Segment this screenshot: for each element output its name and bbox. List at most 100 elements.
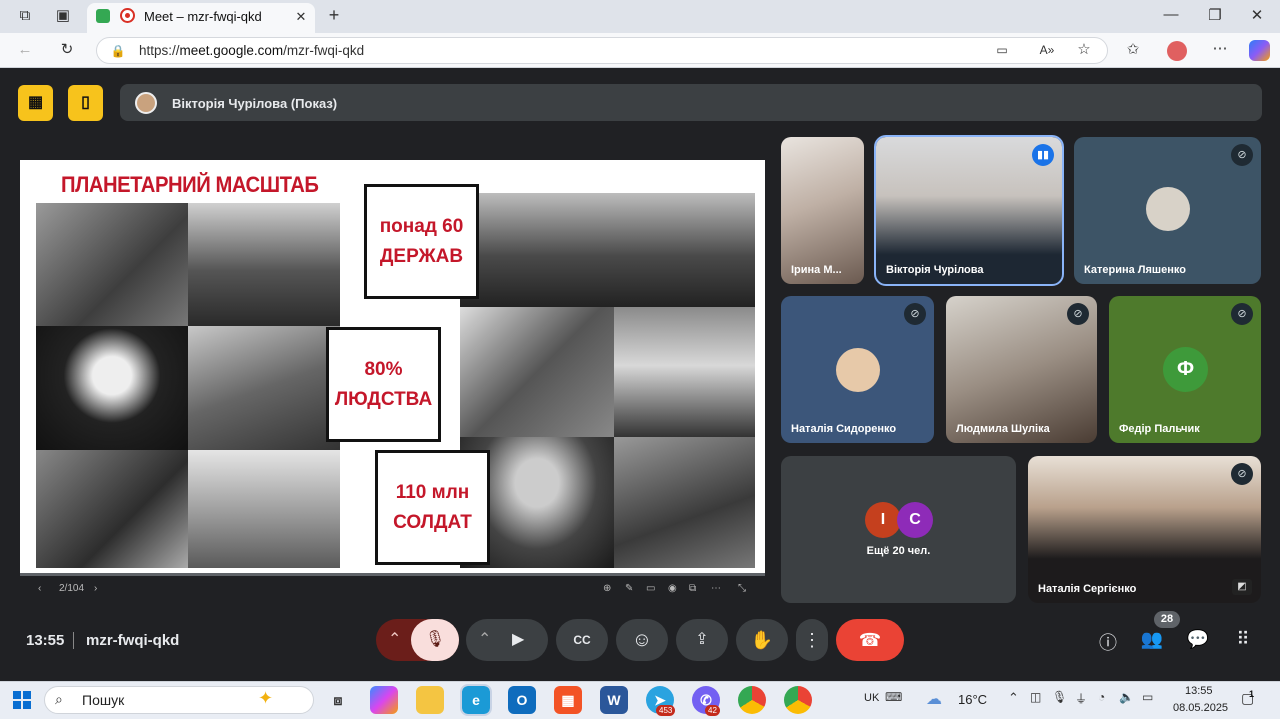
battery-icon[interactable]: ▭ bbox=[1142, 690, 1153, 704]
zoom-icon[interactable]: ⊕ bbox=[603, 583, 611, 594]
people-icon[interactable]: 👥 bbox=[1139, 629, 1165, 650]
photo-signing bbox=[36, 450, 188, 568]
pen-icon[interactable]: ✎ bbox=[625, 583, 633, 594]
next-slide-icon[interactable]: › bbox=[94, 583, 97, 594]
stat-countries: понад 60 ДЕРЖАВ bbox=[364, 184, 479, 299]
emoji-button[interactable]: ☺ bbox=[616, 619, 668, 661]
slide-title: ПЛАНЕТАРНИЙ МАСШТАБ bbox=[61, 172, 319, 197]
lock-icon[interactable]: 🔒 bbox=[107, 42, 129, 60]
search-placeholder: Пошук bbox=[82, 692, 125, 708]
present-button[interactable]: ⇪ bbox=[676, 619, 728, 661]
edge-icon[interactable]: e bbox=[460, 684, 492, 716]
wifi-icon[interactable]: ◔ bbox=[1098, 690, 1105, 704]
favorite-star-icon[interactable]: ☆ bbox=[1073, 41, 1095, 59]
mic-off-icon: ⊘ bbox=[1231, 144, 1253, 166]
avatar bbox=[836, 348, 880, 392]
activities-icon[interactable]: ⠿ bbox=[1230, 629, 1256, 650]
mic-off-icon: ⊘ bbox=[1231, 463, 1253, 485]
mic-tray-icon[interactable]: 🎙 bbox=[1052, 690, 1067, 704]
participant-name: Федір Пальчик bbox=[1119, 423, 1200, 435]
task-view-icon[interactable]: ⧈ bbox=[324, 686, 352, 714]
copilot-icon[interactable] bbox=[1249, 40, 1270, 61]
tray-overflow-icon[interactable]: ⌃ bbox=[1008, 690, 1019, 706]
photo-soldiers bbox=[36, 203, 188, 326]
chrome-icon[interactable] bbox=[784, 686, 812, 714]
mic-off-icon[interactable]: 🎙 bbox=[411, 619, 459, 661]
file-explorer-icon[interactable] bbox=[416, 686, 444, 714]
prev-slide-icon[interactable]: ‹ bbox=[38, 583, 41, 594]
more-menu-icon[interactable]: ⋯ bbox=[1209, 40, 1231, 58]
captions-button[interactable]: CC bbox=[556, 619, 608, 661]
usb-icon[interactable]: ⏚ bbox=[1075, 690, 1087, 707]
participant-tile-speaking[interactable]: ▮▮ Вікторія Чурілова bbox=[874, 135, 1064, 286]
participant-tile[interactable]: ⊘ Катерина Ляшенко bbox=[1074, 137, 1261, 284]
mic-control[interactable]: ⌃ 🎙 bbox=[376, 619, 459, 661]
outlook-icon[interactable]: O bbox=[508, 686, 536, 714]
webcam-tray-icon[interactable]: ◫ bbox=[1030, 690, 1041, 704]
close-tab-icon[interactable]: ✕ bbox=[290, 8, 312, 26]
avatar: С bbox=[897, 502, 933, 538]
hide-presentation-button[interactable]: ▦ bbox=[18, 85, 53, 121]
participant-tile[interactable]: Ірина М... bbox=[781, 137, 864, 284]
minimize-icon[interactable]: — bbox=[1160, 6, 1182, 24]
word-icon[interactable]: W bbox=[600, 686, 628, 714]
participant-name: Ірина М... bbox=[791, 264, 842, 276]
store-icon[interactable]: ▦ bbox=[554, 686, 582, 714]
mic-off-icon: ⊘ bbox=[1067, 303, 1089, 325]
pip-icon[interactable]: ⧉ bbox=[689, 583, 696, 594]
captions-icon[interactable]: ▭ bbox=[646, 583, 655, 594]
camera-options-icon[interactable]: ⌃ bbox=[478, 619, 491, 661]
avatar: І bbox=[865, 502, 901, 538]
taskbar-date[interactable]: 08.05.2025 bbox=[1173, 702, 1228, 714]
layout-button[interactable]: ▯ bbox=[68, 85, 103, 121]
taskbar-time[interactable]: 13:55 bbox=[1185, 685, 1213, 697]
read-aloud-icon[interactable]: A» bbox=[1036, 41, 1058, 59]
keyboard-language[interactable]: UK bbox=[864, 692, 879, 704]
photo-battle bbox=[188, 326, 340, 450]
tab-title: Meet – mzr-fwqi-qkd bbox=[144, 9, 262, 24]
refresh-icon[interactable]: ↻ bbox=[56, 41, 78, 59]
profile-avatar[interactable] bbox=[1167, 41, 1187, 61]
participant-tile[interactable]: ⊘ Наталія Сидоренко bbox=[781, 296, 934, 443]
stat-humanity: 80% ЛЮДСТВА bbox=[326, 327, 441, 442]
self-view-icon[interactable]: ◩ bbox=[1232, 579, 1252, 595]
volume-icon[interactable]: 🔈 bbox=[1119, 690, 1134, 704]
mic-off-icon: ⊘ bbox=[1231, 303, 1253, 325]
ime-icon[interactable]: ⌨ bbox=[885, 690, 902, 704]
close-window-icon[interactable]: ✕ bbox=[1246, 7, 1268, 25]
chrome-icon[interactable] bbox=[738, 686, 766, 714]
meeting-code: mzr-fwqi-qkd bbox=[86, 632, 180, 649]
stat-countries-value: понад 60 bbox=[379, 215, 464, 237]
meeting-info-icon[interactable]: ⓘ bbox=[1095, 629, 1121, 655]
recording-icon bbox=[120, 8, 135, 23]
camera-control[interactable]: ⌃ ▶ bbox=[466, 619, 548, 661]
notification-count: 1 bbox=[1249, 689, 1255, 699]
tab-actions-icon[interactable]: ▣ bbox=[52, 7, 74, 25]
mic-options-icon[interactable]: ⌃ bbox=[388, 619, 401, 661]
camera-icon[interactable]: ▶ bbox=[512, 619, 524, 661]
favorites-icon[interactable]: ✩ bbox=[1122, 41, 1144, 59]
collapse-icon[interactable]: ⤡ bbox=[738, 583, 746, 594]
more-options-button[interactable]: ⋮ bbox=[796, 619, 828, 661]
more-participants-tile[interactable]: І С Ещё 20 чел. bbox=[781, 456, 1016, 603]
weather-temp: 16°C bbox=[958, 692, 988, 707]
slide-page: 2/104 bbox=[59, 583, 85, 594]
participant-tile[interactable]: ⊘ Ф Федір Пальчик bbox=[1109, 296, 1261, 443]
weather-icon[interactable]: ☁ bbox=[926, 689, 942, 709]
audio-icon[interactable]: ◉ bbox=[668, 583, 677, 594]
leave-call-button[interactable]: ☎ bbox=[836, 619, 904, 661]
slide-more-icon[interactable]: ⋯ bbox=[711, 583, 721, 594]
chat-icon[interactable]: 💬 bbox=[1185, 629, 1211, 650]
participant-tile[interactable]: ⊘ Людмила Шуліка bbox=[946, 296, 1097, 443]
maximize-icon[interactable]: ❐ bbox=[1204, 7, 1226, 25]
raise-hand-button[interactable]: ✋ bbox=[736, 619, 788, 661]
copilot-app-icon[interactable] bbox=[370, 686, 398, 714]
start-icon[interactable] bbox=[13, 691, 31, 709]
camera-permission-icon[interactable]: ▭ bbox=[991, 41, 1013, 59]
participant-tile[interactable]: ⊘ ◩ Наталія Сергієнко bbox=[1028, 456, 1261, 603]
participant-name: Вікторія Чурілова bbox=[886, 264, 984, 276]
new-tab-icon[interactable]: + bbox=[323, 6, 345, 24]
workspaces-icon[interactable]: ⧉ bbox=[14, 7, 36, 25]
back-icon[interactable]: ← bbox=[14, 41, 36, 59]
photo-march bbox=[460, 307, 614, 437]
